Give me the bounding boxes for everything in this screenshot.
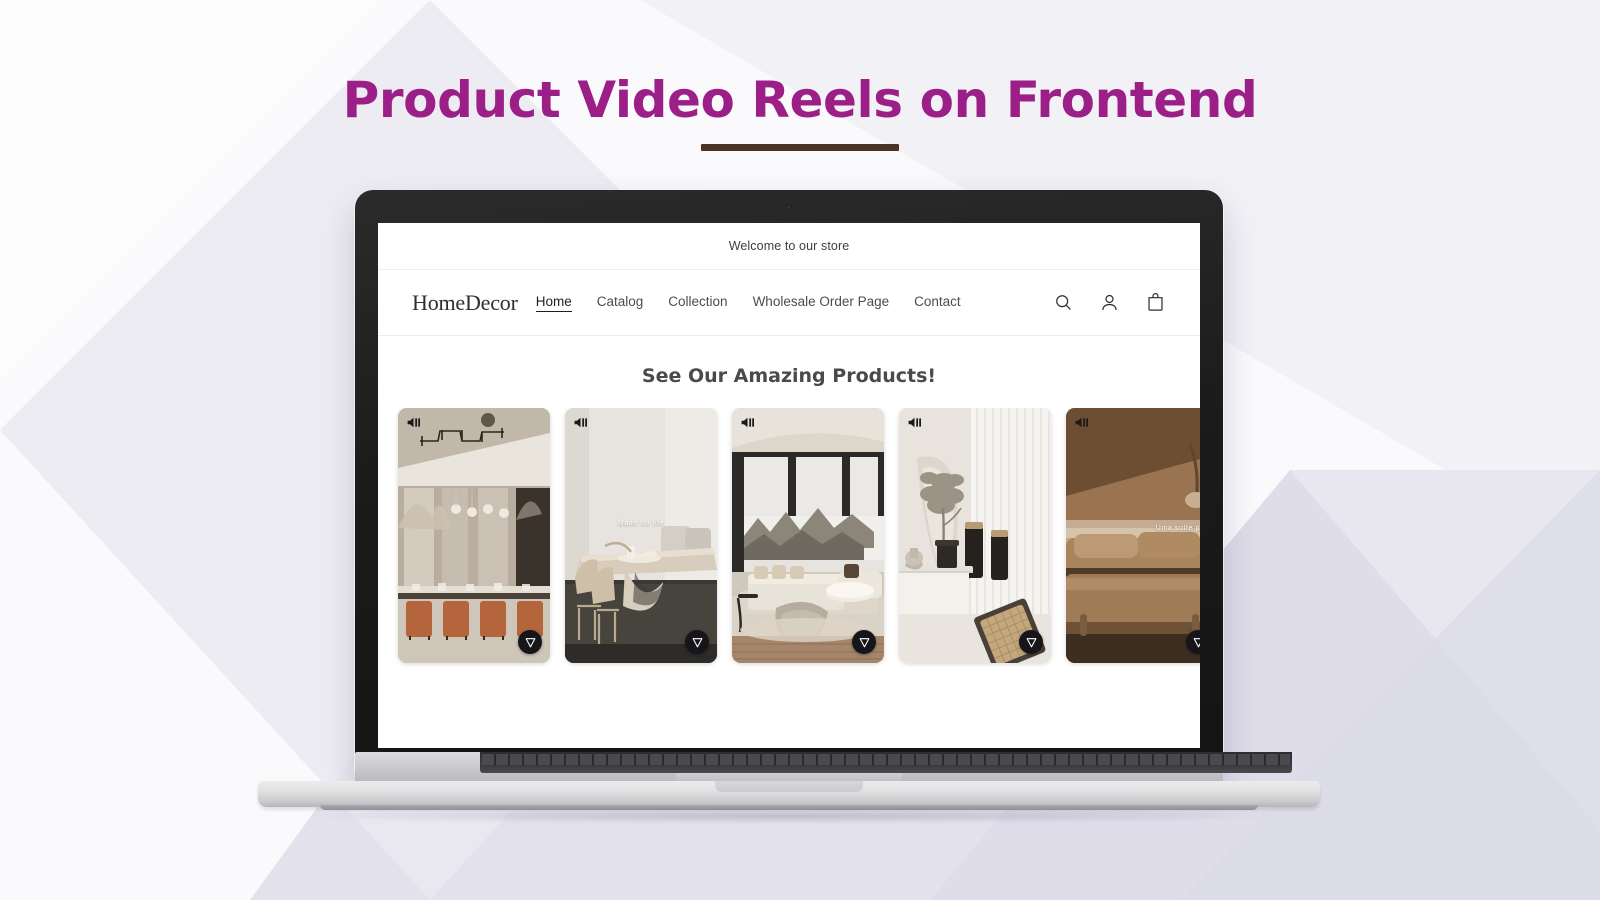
laptop-mockup: Welcome to our store HomeDecor Home Cata… xyxy=(258,190,1320,850)
mute-icon[interactable] xyxy=(405,415,422,430)
laptop-trackpad xyxy=(676,773,902,781)
reel-thumbnail-1 xyxy=(398,408,550,663)
laptop-body xyxy=(258,781,1320,807)
shop-badge-icon[interactable] xyxy=(1019,630,1043,654)
reel-card-4[interactable] xyxy=(899,408,1051,663)
nav-item-catalog[interactable]: Catalog xyxy=(597,294,644,311)
search-icon[interactable] xyxy=(1053,292,1074,313)
reel-card-2[interactable]: Made for life xyxy=(565,408,717,663)
reel-thumbnail-5 xyxy=(1066,408,1200,663)
nav-item-home[interactable]: Home xyxy=(535,294,572,312)
main-navigation: Home Catalog Collection Wholesale Order … xyxy=(535,294,961,312)
store-header: HomeDecor Home Catalog Collection Wholes… xyxy=(378,270,1200,336)
laptop-deck xyxy=(355,752,1292,781)
account-icon[interactable] xyxy=(1099,292,1120,313)
banner-header: Product Video Reels on Frontend xyxy=(0,72,1600,151)
section-heading: See Our Amazing Products! xyxy=(641,365,937,387)
reel-thumbnail-3 xyxy=(732,408,884,663)
mute-icon[interactable] xyxy=(739,415,756,430)
page-title: Product Video Reels on Frontend xyxy=(342,71,1258,129)
reel-thumbnail-4 xyxy=(899,408,1051,663)
mute-icon[interactable] xyxy=(906,415,923,430)
webcam-dot xyxy=(786,205,792,210)
reel-card-3[interactable] xyxy=(732,408,884,663)
mute-icon[interactable] xyxy=(572,415,589,430)
reel-card-1[interactable] xyxy=(398,408,550,663)
laptop-lid: Welcome to our store HomeDecor Home Cata… xyxy=(355,190,1223,775)
keyboard-keys xyxy=(482,754,1290,765)
shop-badge-icon[interactable] xyxy=(852,630,876,654)
cart-icon[interactable] xyxy=(1145,292,1166,313)
nav-item-contact[interactable]: Contact xyxy=(914,294,961,311)
video-reels-carousel[interactable]: Made for life Uma suíte p xyxy=(378,408,1200,670)
laptop-keyboard xyxy=(480,752,1292,773)
laptop-base xyxy=(258,752,1320,824)
store-logo[interactable]: HomeDecor xyxy=(412,290,518,316)
laptop-screen: Welcome to our store HomeDecor Home Cata… xyxy=(378,223,1200,748)
announcement-bar: Welcome to our store xyxy=(378,223,1200,270)
laptop-shadow xyxy=(298,808,1280,824)
nav-item-wholesale-order-page[interactable]: Wholesale Order Page xyxy=(753,294,890,311)
reel-card-5[interactable]: Uma suíte para xyxy=(1066,408,1200,663)
mute-icon[interactable] xyxy=(1073,415,1090,430)
header-actions xyxy=(1053,292,1166,313)
title-divider xyxy=(701,144,899,151)
announcement-text: Welcome to our store xyxy=(728,239,850,253)
nav-item-collection[interactable]: Collection xyxy=(668,294,727,311)
shop-badge-icon[interactable] xyxy=(685,630,709,654)
laptop-front-notch xyxy=(715,781,863,792)
shop-badge-icon[interactable] xyxy=(518,630,542,654)
reel-thumbnail-2 xyxy=(565,408,717,663)
